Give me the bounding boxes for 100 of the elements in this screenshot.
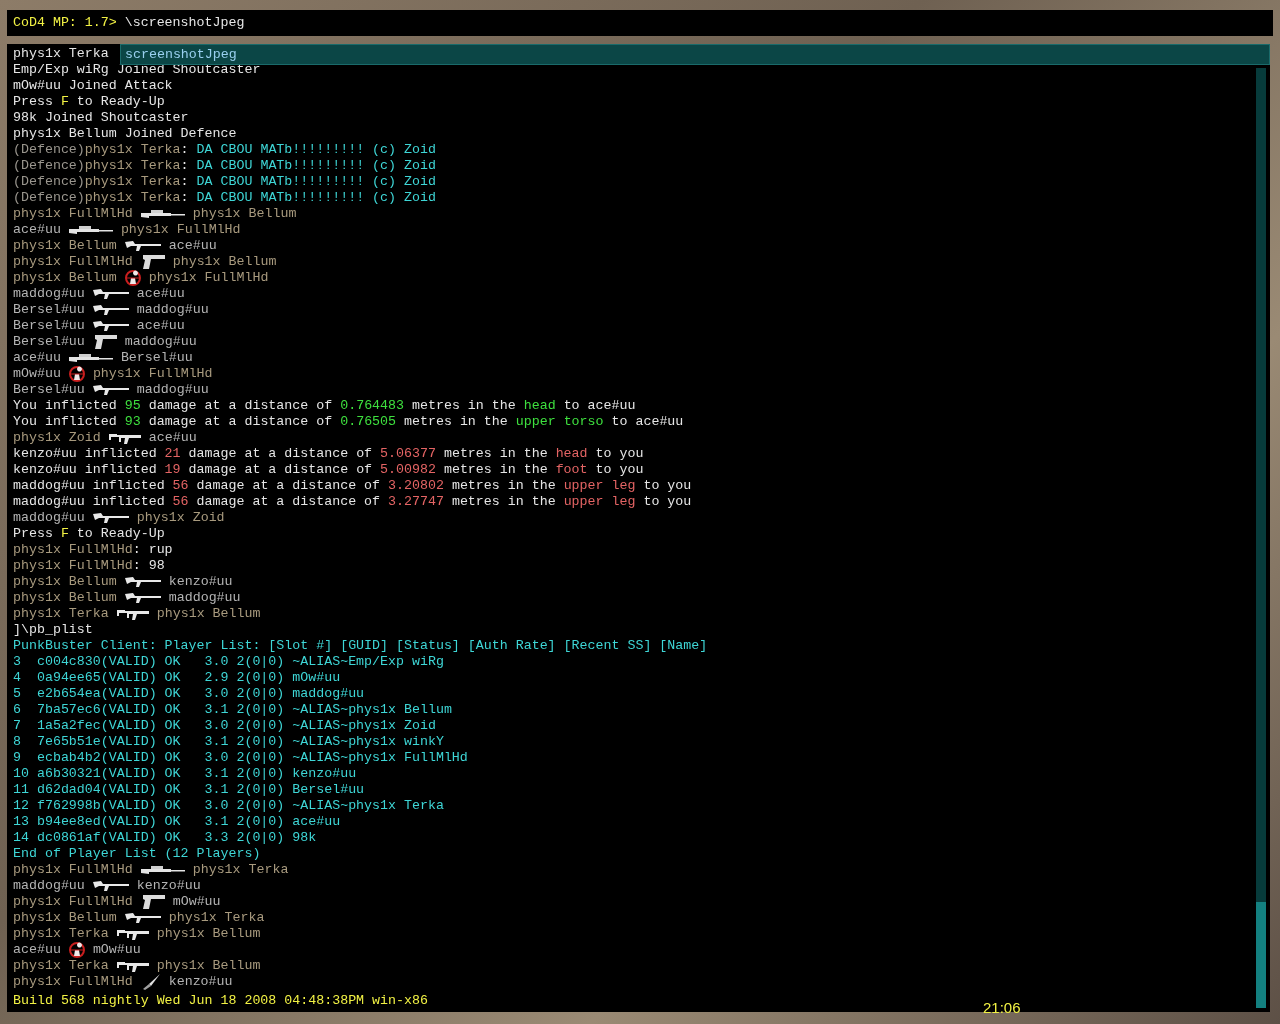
assault-rifle-icon <box>124 592 161 604</box>
console-line: phys1x Bellum Joined Defence <box>13 126 237 142</box>
console-line: mOw#uu Joined Attack <box>13 78 173 94</box>
console-line: End of Player List (12 Players) <box>13 846 261 862</box>
player-name: phys1x Bellum <box>13 590 117 606</box>
player-name: Bersel#uu <box>13 318 85 334</box>
player-name: ace#uu <box>13 350 61 366</box>
player-name: phys1x Terka <box>192 862 289 878</box>
player-name: mOw#uu <box>13 366 61 382</box>
player-name: phys1x Bellum <box>192 206 297 222</box>
assault-rifle-icon <box>92 880 129 892</box>
player-name: phys1x FullMlHd <box>148 270 269 286</box>
player-name: phys1x FullMlHd <box>13 894 133 910</box>
console-line: 4 0a94ee65(VALID) OK 2.9 2(0|0) mOw#uu <box>13 670 341 686</box>
player-name: phys1x FullMlHd <box>120 222 241 238</box>
pistol-icon <box>140 894 165 910</box>
player-name: ace#uu <box>13 222 61 238</box>
player-name: phys1x Zoid <box>136 510 225 526</box>
player-name: maddog#uu <box>124 334 197 350</box>
player-name: phys1x Bellum <box>13 270 117 286</box>
player-name: mOw#uu <box>92 942 141 958</box>
player-name: maddog#uu <box>13 286 85 302</box>
console-line: kenzo#uu inflicted 21 damage at a distance of 5.06377 metres in the head to you <box>13 446 644 462</box>
console-line: 14 dc0861af(VALID) OK 3.3 2(0|0) 98k <box>13 830 317 846</box>
submachine-gun-icon <box>116 959 149 973</box>
console-input-field[interactable]: CoD4 MP: 1.7> \screenshotJpeg <box>7 10 1273 36</box>
console-line: 3 c004c830(VALID) OK 3.0 2(0|0) ~ALIAS~Emp/Exp wiRg <box>13 654 444 670</box>
player-name: mOw#uu <box>172 894 221 910</box>
console-line: phys1x FullMlHd: rup <box>13 542 173 558</box>
player-name: maddog#uu <box>136 302 209 318</box>
pistol-icon <box>92 334 117 350</box>
assault-rifle-icon <box>124 912 161 924</box>
console-line: 7 1a5a2fec(VALID) OK 3.0 2(0|0) ~ALIAS~phys1x Zoid <box>13 718 436 734</box>
player-name: Bersel#uu <box>13 334 85 350</box>
console-line: (Defence)phys1x Terka: DA CBOU MATb!!!!!!!!! (c) Zoid <box>13 158 436 174</box>
player-name: Bersel#uu <box>13 302 85 318</box>
player-name: phys1x Bellum <box>13 910 117 926</box>
console-line: 8 7e65b51e(VALID) OK 3.1 2(0|0) ~ALIAS~phys1x winkY <box>13 734 444 750</box>
player-name: ace#uu <box>148 430 197 446</box>
console-line: 12 f762998b(VALID) OK 3.0 2(0|0) ~ALIAS~phys1x Terka <box>13 798 444 814</box>
console-line: 98k Joined Shoutcaster <box>13 110 189 126</box>
player-name: phys1x Bellum <box>13 238 117 254</box>
player-name: phys1x Terka <box>13 606 109 622</box>
submachine-gun-icon <box>108 431 141 445</box>
clock-text: 21:06 <box>983 1000 1021 1016</box>
scrollbar-thumb[interactable] <box>1256 902 1266 1008</box>
assault-rifle-icon <box>92 512 129 524</box>
player-name: phys1x Terka <box>168 910 265 926</box>
sniper-rifle-icon <box>68 352 113 364</box>
console-line: maddog#uu inflicted 56 damage at a distance of 3.20802 metres in the upper leg to you <box>13 478 692 494</box>
player-name: phys1x Bellum <box>13 574 117 590</box>
console-line: (Defence)phys1x Terka: DA CBOU MATb!!!!!!!!! (c) Zoid <box>13 142 436 158</box>
player-name: maddog#uu <box>13 878 85 894</box>
player-name: maddog#uu <box>13 510 85 526</box>
console-line: 13 b94ee8ed(VALID) OK 3.1 2(0|0) ace#uu <box>13 814 341 830</box>
build-info-text: Build 568 nightly Wed Jun 18 2008 04:48:38PM win-x86 <box>13 993 428 1009</box>
console-line: Press F to Ready-Up <box>13 526 165 542</box>
console-line: maddog#uu inflicted 56 damage at a distance of 3.27747 metres in the upper leg to you <box>13 494 692 510</box>
headshot-icon <box>68 942 85 958</box>
player-name: phys1x Terka <box>13 926 109 942</box>
console-line: 5 e2b654ea(VALID) OK 3.0 2(0|0) maddog#uu <box>13 686 365 702</box>
console-line: 11 d62dad04(VALID) OK 3.1 2(0|0) Bersel#uu <box>13 782 365 798</box>
player-name: ace#uu <box>136 286 185 302</box>
player-name: phys1x FullMlHd <box>92 366 213 382</box>
player-name: ace#uu <box>136 318 185 334</box>
assault-rifle-icon <box>92 320 129 332</box>
sniper-rifle-icon <box>68 224 113 236</box>
headshot-icon <box>124 270 141 286</box>
player-name: phys1x Zoid <box>13 430 101 446</box>
sniper-rifle-icon <box>140 864 185 876</box>
player-name: Bersel#uu <box>13 382 85 398</box>
console-line: You inflicted 93 damage at a distance of 0.76505 metres in the upper torso to ace#uu <box>13 414 684 430</box>
player-name: phys1x FullMlHd <box>13 862 133 878</box>
player-name: phys1x FullMlHd <box>13 254 133 270</box>
console-line: Press F to Ready-Up <box>13 94 165 110</box>
console-line: (Defence)phys1x Terka: DA CBOU MATb!!!!!!!!! (c) Zoid <box>13 190 436 206</box>
console-line: 10 a6b30321(VALID) OK 3.1 2(0|0) kenzo#uu <box>13 766 357 782</box>
console-line: (Defence)phys1x Terka: DA CBOU MATb!!!!!!!!! (c) Zoid <box>13 174 436 190</box>
console-line: PunkBuster Client: Player List: [Slot #] [GUID] [Status] [Auth Rate] [Recent SS] [Name] <box>13 638 708 654</box>
player-name: maddog#uu <box>168 590 241 606</box>
player-name: phys1x FullMlHd <box>13 206 133 222</box>
console-line: You inflicted 95 damage at a distance of 0.764483 metres in the head to ace#uu <box>13 398 636 414</box>
console-line: phys1x Terka <box>13 46 109 62</box>
player-name: kenzo#uu <box>168 574 233 590</box>
player-name: kenzo#uu <box>168 974 233 990</box>
console-line: 6 7ba57ec6(VALID) OK 3.1 2(0|0) ~ALIAS~phys1x Bellum <box>13 702 452 718</box>
player-name: kenzo#uu <box>136 878 201 894</box>
assault-rifle-icon <box>124 576 161 588</box>
assault-rifle-icon <box>124 240 161 252</box>
player-name: maddog#uu <box>136 382 209 398</box>
player-name: ace#uu <box>168 238 217 254</box>
assault-rifle-icon <box>92 288 129 300</box>
player-name: phys1x Bellum <box>156 926 261 942</box>
assault-rifle-icon <box>92 304 129 316</box>
scrollbar-track[interactable] <box>1256 68 1266 1008</box>
player-name: phys1x Bellum <box>156 606 261 622</box>
autocomplete-suggestion[interactable]: screenshotJpeg <box>120 44 1270 65</box>
sniper-rifle-icon <box>140 208 185 220</box>
headshot-icon <box>68 366 85 382</box>
submachine-gun-icon <box>116 927 149 941</box>
